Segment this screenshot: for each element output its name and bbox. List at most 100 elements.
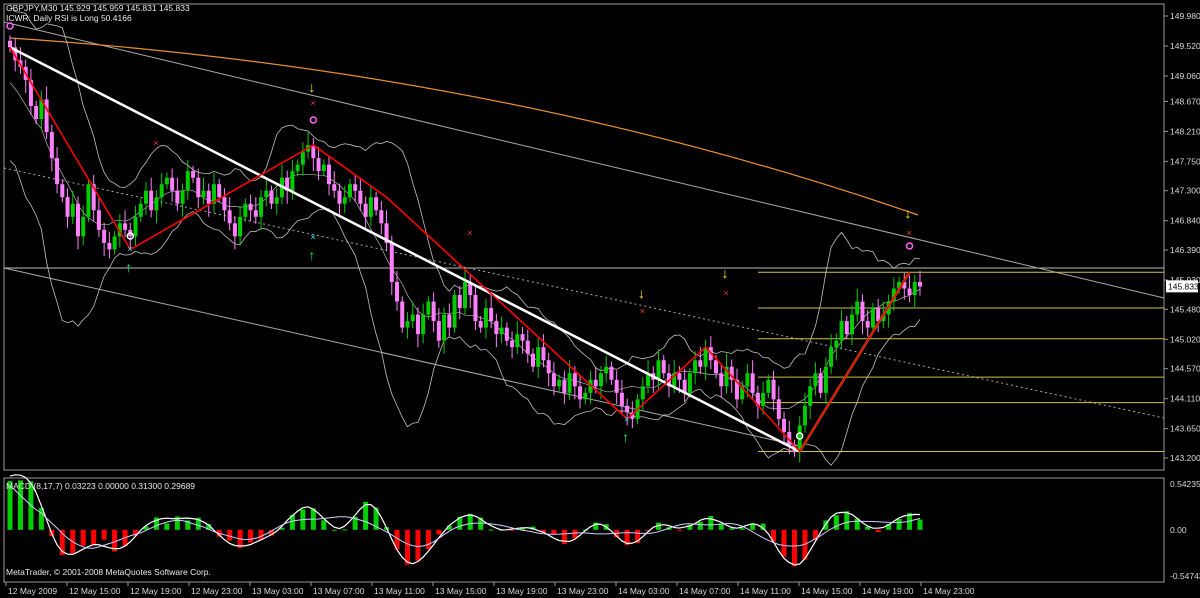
macd-bar [227,529,233,541]
main-panel-frame [3,3,1165,471]
sell-arrow-icon: ↓ [905,205,912,221]
candle-body [86,184,91,217]
macd-bar [436,529,442,535]
x-tick-label: 12 May 23:00 [191,586,243,596]
macd-bar [708,515,714,530]
y-tick-label: 143.650 [1170,424,1200,434]
buy-arrow-icon: ↑ [622,429,629,445]
y-tick-label: 149.980 [1170,11,1200,21]
candle-body [81,216,86,237]
candle-body [75,203,80,237]
candle-body [870,308,875,328]
macd-bar [342,529,348,531]
y-tick-label: 146.390 [1170,245,1200,255]
candle-body [818,373,823,393]
macd-bar [425,529,431,550]
swing-high-icon [309,116,318,124]
candle-body [60,184,65,198]
candle-body [698,360,703,367]
candle-body [154,197,159,211]
candle-body [567,373,572,393]
candle-body [274,197,279,204]
candle-body [206,190,211,204]
y-tick-label: 146.840 [1170,216,1200,226]
x-tick-label: 14 May 19:00 [862,586,914,596]
y-tick-label: 145.480 [1170,304,1200,314]
candle-body [593,379,598,387]
candle-body [243,203,248,217]
candle-body [677,373,682,380]
candle-body [745,373,750,387]
candle-body [912,281,917,296]
candle-body [693,360,698,374]
candle-body [619,392,624,406]
macd-bar [676,529,682,531]
candle-body [259,197,264,217]
candle-body [389,242,394,282]
buy-signal-icon: × [624,414,629,424]
channel-upper-line [3,21,1165,299]
candle-body [834,340,839,348]
macd-bar [91,529,97,546]
candle-body [442,314,447,341]
candle-body [823,366,828,393]
candle-body [300,151,305,165]
candle-body [499,327,504,335]
x-tick-label: 13 May 11:00 [374,586,425,596]
sell-signal-icon: × [467,228,472,238]
candle-body [49,132,54,159]
candle-body [829,347,834,367]
candle-body [766,379,771,393]
chart-header-line1: GBPJPY,M30 145.929 145.959 145.831 145.8… [6,3,190,13]
candle-body [557,379,562,387]
candle-body [515,334,520,348]
candle-body [431,301,436,322]
candle-body [776,399,781,419]
candle-body [541,347,546,361]
candle-body [65,197,70,217]
candle-body [520,334,525,341]
x-tick-label: 14 May 11:00 [740,586,791,596]
y-tick-label: 145.020 [1170,334,1200,344]
channel-middle-line [3,167,1165,419]
candle-body [452,295,457,328]
x-tick-label: 12 May 2009 [8,586,57,596]
x-tick-label: 13 May 19:00 [496,586,548,596]
y-tick-label: 143.200 [1170,453,1200,463]
forex-chart[interactable]: 149.980 149.520 149.060 148.670 148.210 147.7… [0,0,1200,598]
candle-body [159,184,164,198]
candle-body [253,210,258,217]
candle-body [839,321,844,341]
candle-body [185,171,190,191]
buy-arrow-icon: ↑ [125,259,132,275]
candle-body [232,223,237,237]
candle-body [447,314,452,328]
candle-body [536,347,541,367]
macd-bar [101,529,107,540]
candle-body [546,360,551,374]
macd-bar [739,528,745,530]
x-tick-label: 13 May 07:00 [313,586,365,596]
candle-body [808,386,813,406]
candle-body [656,360,661,380]
candle-body [761,392,766,406]
y-tick-label: 149.060 [1170,71,1200,81]
candle-body [368,197,373,217]
macd-y-tick-label: -0.54743 [1170,571,1200,581]
candle-body [379,210,384,224]
y-tick-label: 147.750 [1170,156,1200,166]
candle-body [96,210,101,230]
candle-body [918,281,922,287]
macd-bar [80,529,86,546]
candle-body [583,392,588,400]
swing-high-icon [905,242,914,250]
candle-body [415,314,420,335]
x-tick-label: 12 May 19:00 [130,586,182,596]
candle-body [133,216,138,237]
candle-body [222,197,227,211]
candle-body [802,405,807,426]
candle-body [530,353,535,367]
copyright-text: MetaTrader, © 2001-2008 MetaQuotes Softw… [6,567,211,577]
x-tick-label: 13 May 15:00 [435,586,487,596]
sell-arrow-icon: ↓ [308,79,315,95]
